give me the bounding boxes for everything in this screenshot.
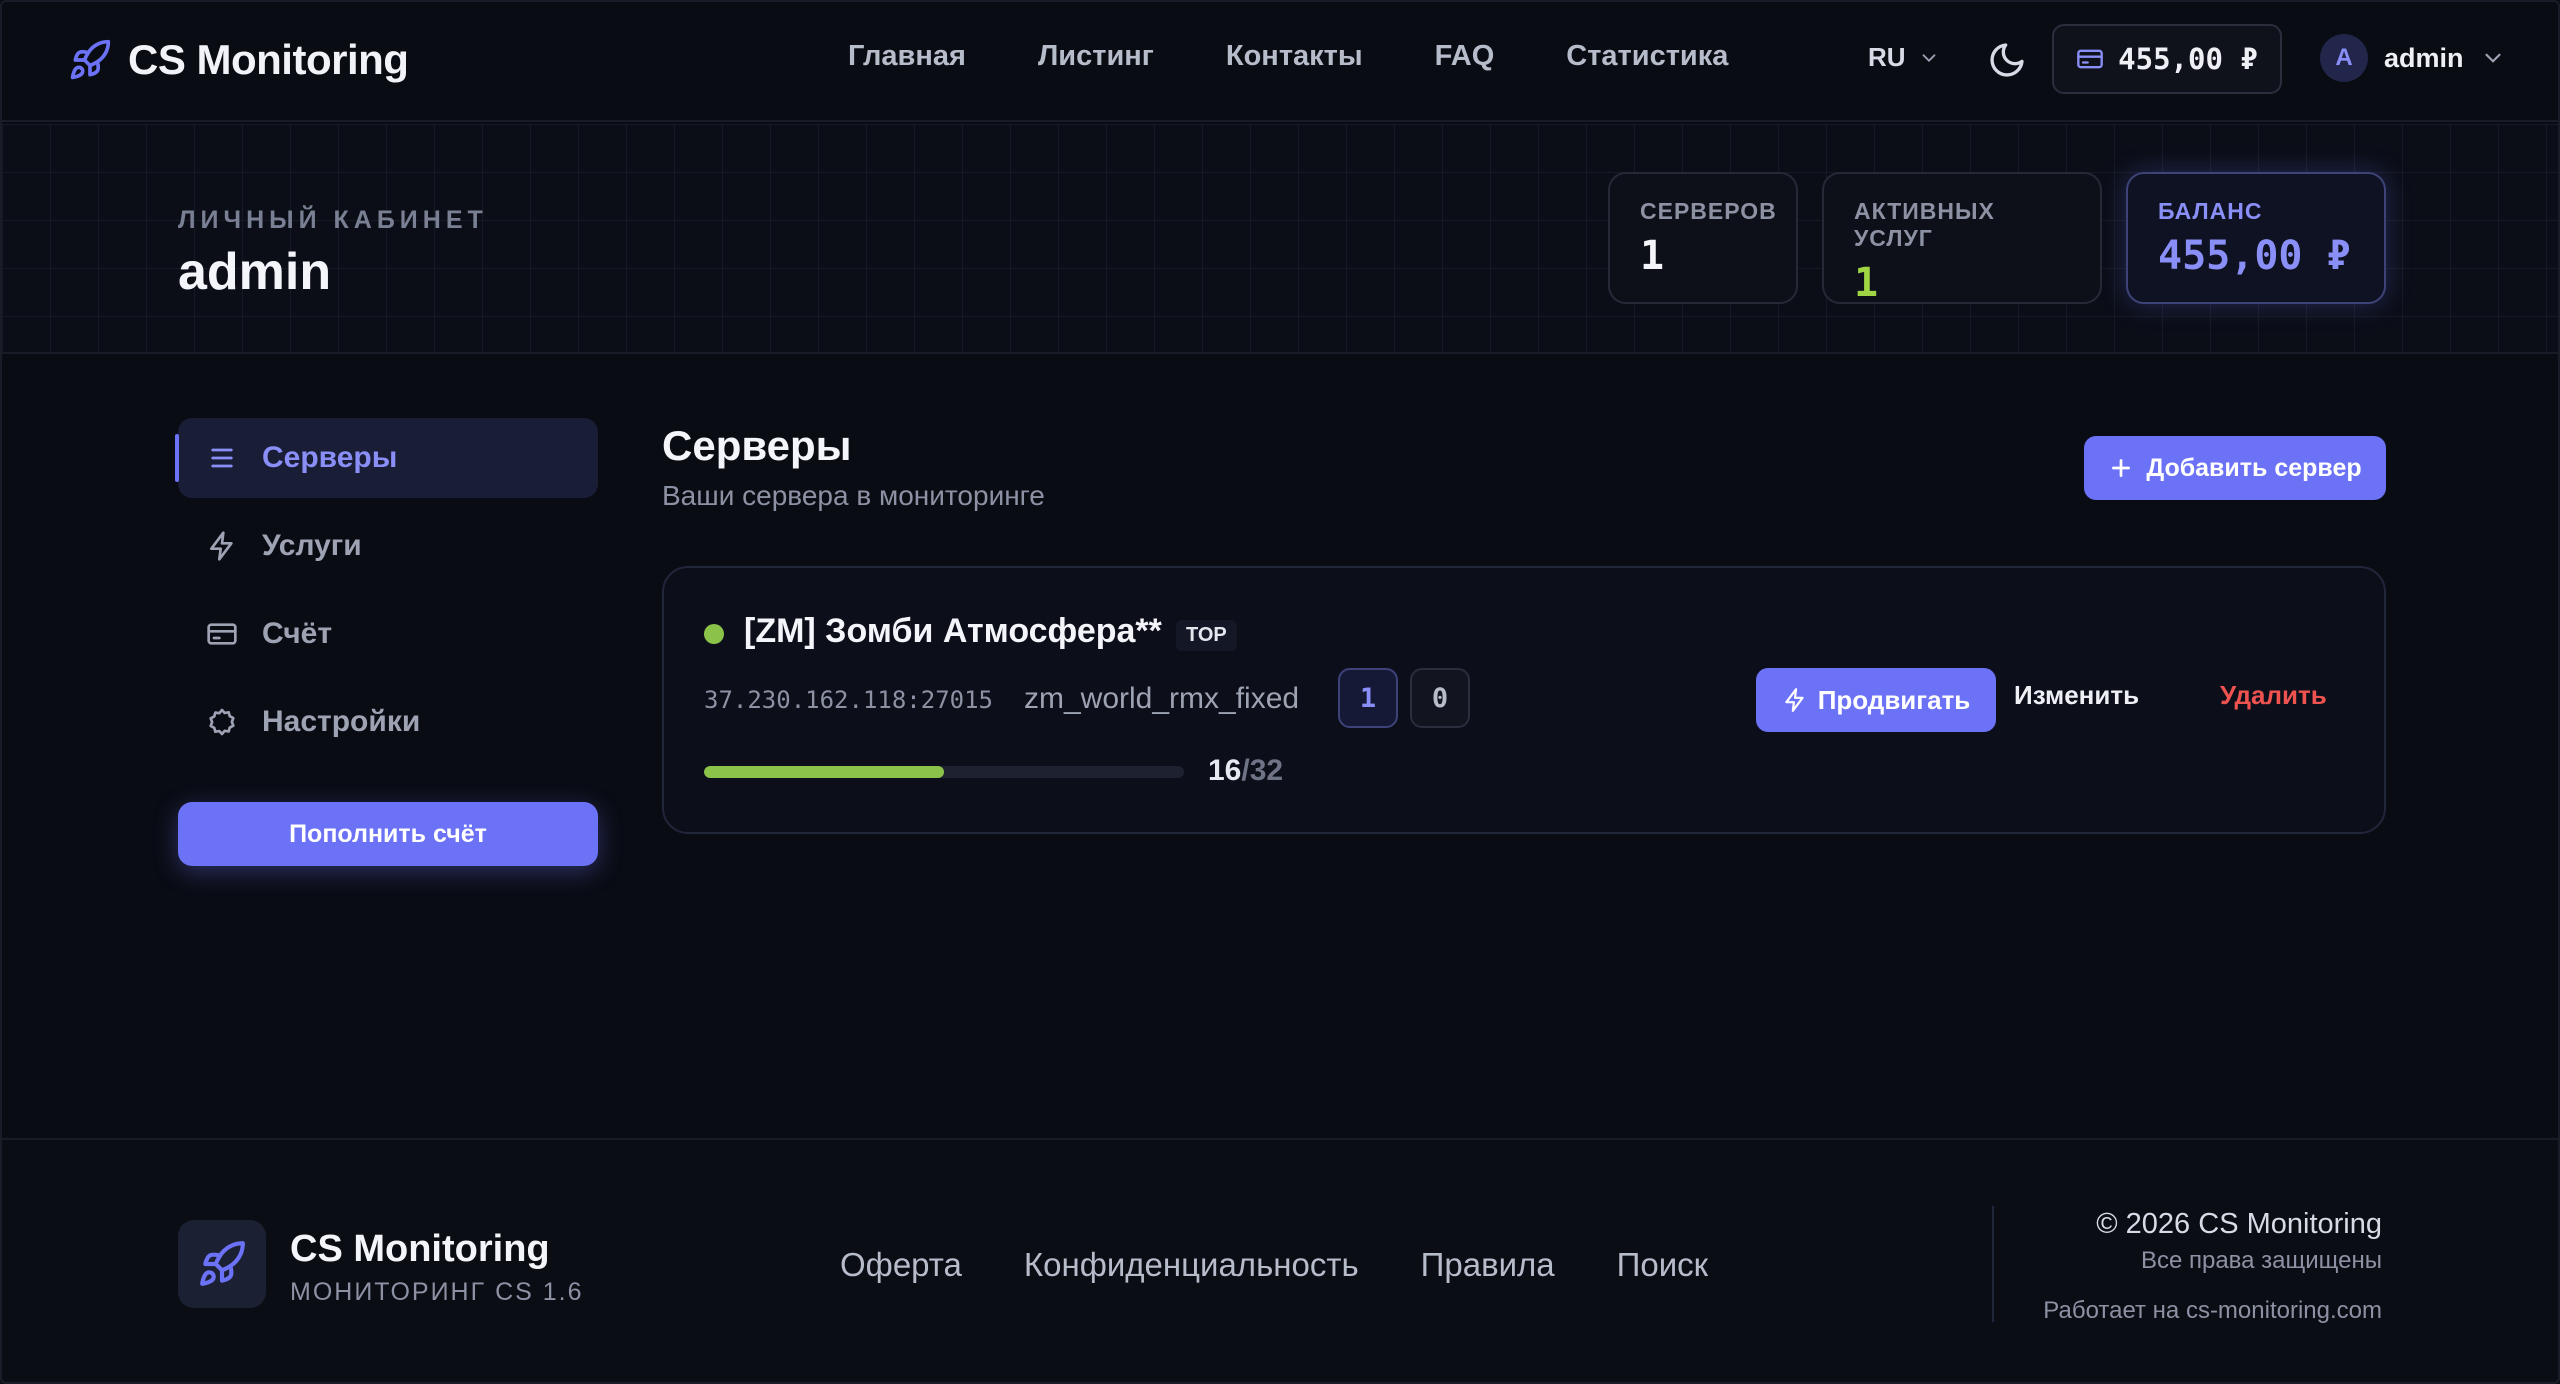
plus-icon <box>2112 459 2131 477</box>
stat-services-label: АКТИВНЫХ УСЛУГ <box>1854 198 1995 251</box>
top-header: CS Monitoring Главная Листинг Контакты F… <box>2 2 2558 122</box>
footer-copyright: © 2026 CS Monitoring <box>2096 1208 2382 1240</box>
gear-icon <box>209 708 235 736</box>
players-progress-fill <box>704 766 944 778</box>
footer-rights: Все права защищены <box>2140 1247 2382 1274</box>
card-icon <box>207 623 237 645</box>
stat-servers: СЕРВЕРОВ 1 <box>1608 172 1798 304</box>
wallet-amount: 455,00 ₽ <box>2118 42 2258 76</box>
footer-divider <box>1992 1206 1994 1322</box>
moon-icon[interactable] <box>1987 40 2027 80</box>
rocket-icon <box>200 1241 245 1286</box>
cabinet-username: admin <box>178 243 332 301</box>
server-name[interactable]: [ZM] Зомби Атмосфера** <box>744 612 1162 651</box>
page-subtitle: Ваши сервера в мониторинге <box>662 480 1045 511</box>
players-count: 16/32 <box>1208 754 1283 788</box>
footer-link-privacy[interactable]: Конфиденциальность <box>1024 1246 1359 1284</box>
sidebar-item-servers[interactable]: Серверы <box>175 418 598 498</box>
footer-links: Оферта Конфиденциальность Правила Поиск <box>840 1246 1708 1284</box>
user-menu[interactable]: A admin <box>2320 34 2506 82</box>
add-server-button[interactable]: Добавить сервер <box>2084 436 2386 500</box>
footer-brand: CS Monitoring <box>290 1228 550 1270</box>
server-card: [ZM] Зомби Атмосфера** TOP 37.230.162.11… <box>662 566 2386 834</box>
footer-info: © 2026 CS Monitoring Все права защищены … <box>2043 1208 2382 1325</box>
footer: CS Monitoring МОНИТОРИНГ CS 1.6 Оферта К… <box>2 1138 2558 1382</box>
footer-link-rules[interactable]: Правила <box>1421 1246 1555 1284</box>
server-map: zm_world_rmx_fixed <box>1024 682 1300 715</box>
server-counter-secondary: 0 <box>1410 668 1470 728</box>
players-max: /32 <box>1241 754 1284 787</box>
promote-button[interactable]: Продвигать <box>1756 668 1996 732</box>
main-nav: Главная Листинг Контакты FAQ Статистика <box>848 40 1728 73</box>
footer-tagline: МОНИТОРИНГ CS 1.6 <box>290 1278 584 1306</box>
edit-button[interactable]: Изменить <box>2014 680 2139 711</box>
wallet-balance-button[interactable]: 455,00 ₽ <box>2052 24 2282 94</box>
footer-logo[interactable] <box>178 1220 266 1308</box>
list-icon <box>211 448 233 468</box>
stat-balance: БАЛАНС 455,00 ₽ <box>2126 172 2386 304</box>
sidebar-item-label: Услуги <box>262 529 362 562</box>
sidebar-item-label: Настройки <box>262 705 421 738</box>
sidebar-item-label: Счёт <box>262 617 333 650</box>
promote-label: Продвигать <box>1817 684 1971 715</box>
footer-link-search[interactable]: Поиск <box>1617 1246 1708 1284</box>
chevron-down-icon <box>1922 53 1935 62</box>
top-badge: TOP <box>1176 620 1237 651</box>
rocket-icon <box>70 39 111 80</box>
online-status-dot <box>704 624 724 644</box>
add-server-label: Добавить сервер <box>2146 453 2362 482</box>
footer-link-offer[interactable]: Оферта <box>840 1246 962 1284</box>
stat-balance-label: БАЛАНС <box>2158 198 2263 224</box>
footer-powered: Работает на cs-monitoring.com <box>2043 1297 2382 1324</box>
cabinet-label: ЛИЧНЫЙ КАБИНЕТ <box>178 206 488 234</box>
language-label: RU <box>1868 42 1906 72</box>
sidebar-item-invoice[interactable]: Счёт <box>178 594 598 674</box>
nav-faq[interactable]: FAQ <box>1435 40 1495 73</box>
stat-servers-label: СЕРВЕРОВ <box>1640 198 1777 224</box>
brand-name: CS Monitoring <box>128 36 409 83</box>
stat-active-services: АКТИВНЫХ УСЛУГ 1 <box>1822 172 2102 306</box>
stat-balance-value: 455,00 ₽ <box>2158 233 2351 279</box>
players-progress-bar <box>704 766 1184 778</box>
delete-button[interactable]: Удалить <box>2220 680 2327 711</box>
username: admin <box>2384 42 2464 73</box>
players-current: 16 <box>1208 754 1242 787</box>
avatar: A <box>2320 34 2368 82</box>
nav-home[interactable]: Главная <box>848 40 966 73</box>
stat-servers-value: 1 <box>1640 233 1665 279</box>
page-title: Серверы <box>662 422 852 469</box>
stat-services-value: 1 <box>1854 260 1879 306</box>
page: CS Monitoring Главная Листинг Контакты F… <box>0 0 2560 1384</box>
lightning-icon <box>210 531 233 561</box>
wallet-icon <box>2077 49 2103 69</box>
lightning-icon <box>1784 688 1804 712</box>
brand-logo[interactable]: CS Monitoring <box>68 36 409 84</box>
language-selector[interactable]: RU <box>1868 42 1940 73</box>
topup-button[interactable]: Пополнить счёт <box>178 802 598 866</box>
profile-hero: ЛИЧНЫЙ КАБИНЕТ admin СЕРВЕРОВ 1 АКТИВНЫХ… <box>2 124 2558 354</box>
sidebar-item-label: Серверы <box>262 441 398 474</box>
chevron-down-icon <box>2484 53 2501 63</box>
server-counter-primary: 1 <box>1338 668 1398 728</box>
sidebar-item-settings[interactable]: Настройки <box>178 682 598 762</box>
sidebar-item-services[interactable]: Услуги <box>178 506 598 586</box>
nav-statistics[interactable]: Статистика <box>1566 40 1728 73</box>
nav-listing[interactable]: Листинг <box>1038 40 1154 73</box>
nav-contacts[interactable]: Контакты <box>1226 40 1363 73</box>
server-address[interactable]: 37.230.162.118:27015 <box>704 686 993 714</box>
